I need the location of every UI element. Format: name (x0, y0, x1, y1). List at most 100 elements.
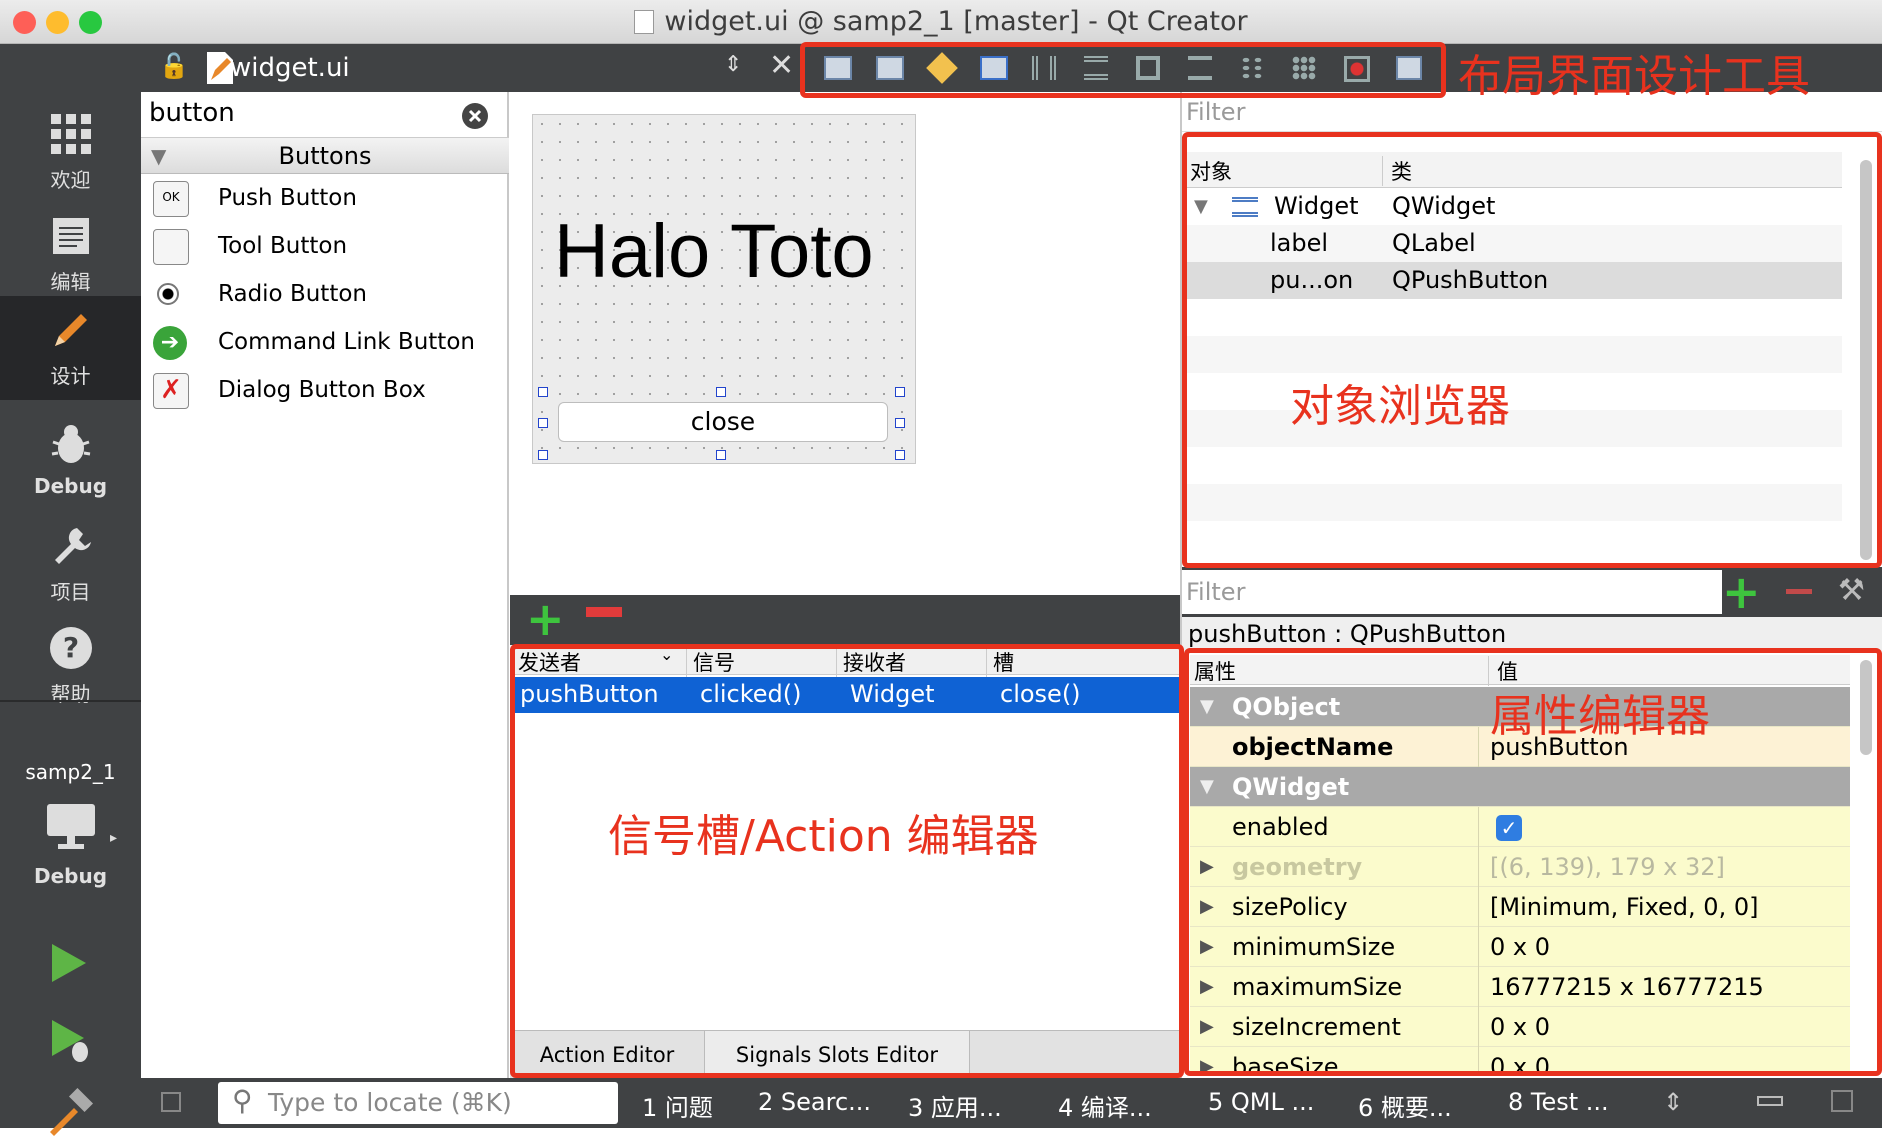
expand-arrow-icon[interactable]: ▶ (1200, 967, 1214, 1007)
expand-arrow-icon[interactable]: ▶ (1200, 1007, 1214, 1047)
object-row-pushbutton[interactable]: pu...on QPushButton (1186, 262, 1842, 299)
file-dropdown-icon[interactable]: ⇕ (724, 52, 742, 77)
kit-selector[interactable]: ▸ Debug (0, 800, 141, 896)
column-object[interactable]: 对象 (1190, 156, 1232, 186)
object-row-label[interactable]: label QLabel (1186, 225, 1842, 262)
grid-layout-icon[interactable] (1292, 56, 1316, 80)
form-label-halo[interactable]: Halo Toto (554, 208, 874, 295)
add-property-icon[interactable]: + (1722, 567, 1761, 617)
horizontal-splitter-icon[interactable] (1136, 56, 1160, 80)
resize-handle[interactable] (538, 450, 548, 460)
adjust-size-icon[interactable] (1396, 56, 1422, 80)
expand-arrow-icon[interactable]: ▶ (1200, 887, 1214, 927)
mode-help[interactable]: ? 帮助 (0, 614, 141, 714)
pane-more-icon[interactable]: ⇕ (1663, 1088, 1683, 1116)
vertical-splitter-icon[interactable] (1188, 56, 1212, 80)
pane-app-output[interactable]: 3 应用... (908, 1088, 1002, 1123)
property-filter-input[interactable]: Filter (1182, 570, 1722, 614)
resize-handle[interactable] (716, 450, 726, 460)
property-row-minimumsize[interactable]: ▶ minimumSize 0 x 0 (1190, 927, 1850, 967)
property-row-sizepolicy[interactable]: ▶ sizePolicy [Minimum, Fixed, 0, 0] (1190, 887, 1850, 927)
column-property[interactable]: 属性 (1194, 656, 1236, 686)
debug-run-button[interactable] (46, 1016, 96, 1066)
tab-signals-slots-editor[interactable]: Signals Slots Editor (705, 1031, 970, 1080)
sort-chevron-down-icon[interactable]: ⌄ (660, 645, 673, 664)
column-slot[interactable]: 槽 (986, 647, 1014, 677)
form-close-button[interactable]: close (558, 402, 888, 442)
pane-test[interactable]: 8 Test ... (1508, 1088, 1609, 1116)
lock-icon[interactable]: 🔓 (159, 52, 189, 80)
column-class[interactable]: 类 (1382, 156, 1412, 186)
resize-handle[interactable] (895, 450, 905, 460)
connection-sender[interactable]: pushButton (520, 680, 659, 708)
add-connection-icon[interactable]: + (526, 595, 565, 643)
property-row-enabled[interactable]: enabled ✓ (1190, 807, 1850, 847)
column-signal[interactable]: 信号 (686, 647, 735, 677)
widget-push-button[interactable]: OK Push Button (141, 174, 509, 222)
edit-widgets-icon[interactable] (824, 56, 852, 80)
edit-buddies-icon[interactable] (926, 52, 958, 84)
locator-input[interactable]: Type to locate (⌘K) (218, 1082, 618, 1124)
edit-signals-slots-icon[interactable] (876, 56, 904, 80)
property-value[interactable]: 0 x 0 (1490, 1007, 1550, 1047)
connection-signal[interactable]: clicked() (700, 680, 802, 708)
resize-handle[interactable] (538, 387, 548, 397)
property-value[interactable]: [(6, 139), 179 x 32] (1490, 847, 1725, 887)
widget-dialog-button-box[interactable]: ✗ Dialog Button Box (141, 366, 509, 414)
connection-slot[interactable]: close() (1000, 680, 1081, 708)
property-value[interactable]: 0 x 0 (1490, 927, 1550, 967)
connection-receiver[interactable]: Widget (850, 680, 935, 708)
clear-search-icon[interactable] (461, 102, 489, 130)
resize-handle[interactable] (716, 387, 726, 397)
property-value[interactable]: 16777215 x 16777215 (1490, 967, 1764, 1007)
open-file-label[interactable]: widget.ui (230, 44, 350, 92)
toggle-right-sidebar-icon[interactable] (1831, 1090, 1853, 1112)
resize-handle[interactable] (538, 418, 548, 428)
property-row-maximumsize[interactable]: ▶ maximumSize 16777215 x 16777215 (1190, 967, 1850, 1007)
configure-wrench-icon[interactable]: ⚒ (1838, 573, 1865, 608)
resize-handle[interactable] (895, 387, 905, 397)
resize-handle[interactable] (895, 418, 905, 428)
form-layout-icon[interactable] (1240, 56, 1264, 80)
close-document-icon[interactable]: ✕ (769, 48, 794, 83)
build-hammer-button[interactable] (44, 1088, 96, 1140)
enabled-checkbox[interactable]: ✓ (1496, 815, 1522, 841)
widget-category-buttons[interactable]: ▼ Buttons (141, 138, 509, 174)
expand-arrow-icon[interactable]: ▼ (1194, 188, 1208, 225)
widget-filter-input[interactable]: button (141, 92, 509, 138)
column-sender[interactable]: 发送者 (518, 647, 581, 677)
expand-arrow-icon[interactable]: ▶ (1200, 1047, 1214, 1074)
pane-general[interactable]: 6 概要... (1358, 1088, 1452, 1123)
remove-property-icon[interactable] (1786, 589, 1812, 594)
pane-qml[interactable]: 5 QML ... (1208, 1088, 1314, 1116)
property-value[interactable]: 0 x 0 (1490, 1047, 1550, 1074)
expand-arrow-icon[interactable]: ▶ (1200, 927, 1214, 967)
pane-issues[interactable]: 1 问题 (642, 1088, 713, 1123)
window-titlebar[interactable]: widget.ui @ samp2_1 [master] - Qt Creato… (0, 0, 1882, 44)
tab-action-editor[interactable]: Action Editor (510, 1031, 705, 1080)
object-scrollbar[interactable] (1860, 160, 1872, 560)
mode-debug[interactable]: Debug (0, 410, 141, 510)
property-row-geometry[interactable]: ▶ geometry [(6, 139), 179 x 32] (1190, 847, 1850, 887)
property-row-basesize[interactable]: ▶ baseSize 0 x 0 (1190, 1047, 1850, 1075)
widget-tool-button[interactable]: Tool Button (141, 222, 509, 270)
connection-row[interactable]: pushButton clicked() Widget close() (515, 677, 1182, 713)
pane-search[interactable]: 2 Searc... (758, 1088, 871, 1116)
pane-compile-output[interactable]: 4 编译... (1058, 1088, 1152, 1123)
property-value[interactable]: [Minimum, Fixed, 0, 0] (1490, 887, 1758, 927)
mode-design[interactable]: 设计 (0, 296, 141, 400)
widget-command-link-button[interactable]: ➔ Command Link Button (141, 318, 509, 366)
lay-out-vertically-icon[interactable] (1084, 56, 1108, 80)
expand-arrow-icon[interactable]: ▶ (1200, 847, 1214, 887)
widget-radio-button[interactable]: Radio Button (141, 270, 509, 318)
mode-projects[interactable]: 项目 (0, 512, 141, 612)
mode-edit[interactable]: 编辑 (0, 202, 141, 302)
column-receiver[interactable]: 接收者 (836, 647, 906, 677)
progress-toggle-icon[interactable] (1757, 1096, 1783, 1106)
edit-tab-order-icon[interactable] (980, 56, 1008, 80)
run-button[interactable] (46, 940, 92, 986)
property-group-qwidget[interactable]: ▼ QWidget (1190, 767, 1850, 807)
mode-welcome[interactable]: 欢迎 (0, 100, 141, 200)
toggle-sidebar-icon[interactable] (161, 1092, 181, 1112)
property-row-sizeincrement[interactable]: ▶ sizeIncrement 0 x 0 (1190, 1007, 1850, 1047)
